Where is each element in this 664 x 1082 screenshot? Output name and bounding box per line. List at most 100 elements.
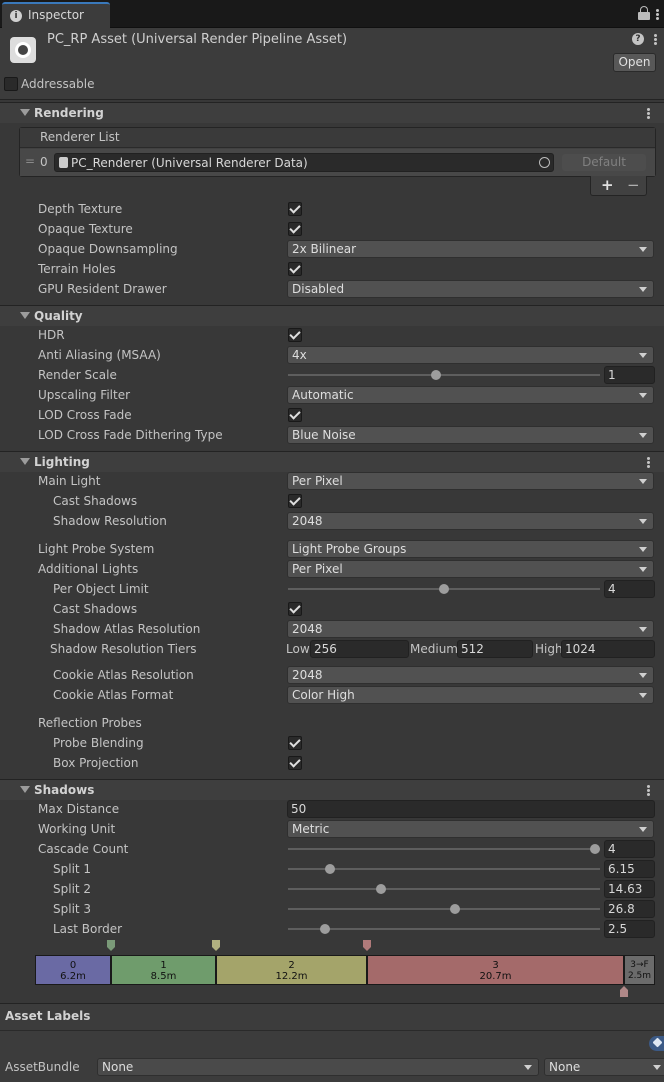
opaque-texture-checkbox[interactable] bbox=[288, 222, 302, 236]
tier-medium-field[interactable]: 512 bbox=[457, 640, 533, 658]
gpu-resident-drawer-dropdown[interactable]: Disabled bbox=[287, 280, 654, 298]
main-cast-shadows-checkbox[interactable] bbox=[288, 494, 302, 508]
shadow-resolution-tiers-label: Shadow Resolution Tiers bbox=[50, 642, 197, 656]
cascade-split-handle[interactable] bbox=[107, 940, 115, 951]
render-pipeline-asset-icon bbox=[10, 37, 36, 63]
gpu-resident-drawer-label: GPU Resident Drawer bbox=[38, 282, 167, 296]
section-rendering[interactable]: Rendering bbox=[0, 102, 664, 123]
split-3-slider-track[interactable] bbox=[288, 908, 600, 910]
additional-cast-shadows-checkbox[interactable] bbox=[288, 602, 302, 616]
help-icon[interactable]: ? bbox=[632, 33, 644, 45]
drag-handle-icon[interactable]: = bbox=[25, 154, 35, 168]
section-menu-kebab-icon[interactable] bbox=[647, 108, 651, 120]
working-unit-dropdown[interactable]: Metric bbox=[287, 820, 654, 838]
additional-lights-dropdown[interactable]: Per Pixel bbox=[287, 560, 654, 578]
render-scale-field[interactable]: 1 bbox=[604, 366, 655, 384]
split-1-field[interactable]: 6.15 bbox=[604, 860, 655, 878]
lod-cross-fade-checkbox[interactable] bbox=[288, 408, 302, 422]
anti-aliasing-dropdown[interactable]: 4x bbox=[287, 346, 654, 364]
open-button[interactable]: Open bbox=[613, 53, 656, 72]
hdr-checkbox[interactable] bbox=[288, 328, 302, 342]
tag-icon[interactable] bbox=[649, 1036, 664, 1051]
section-quality[interactable]: Quality bbox=[0, 305, 664, 326]
renderer-list: Renderer List = 0 PC_Renderer (Universal… bbox=[19, 127, 656, 177]
probe-blending-checkbox[interactable] bbox=[288, 736, 302, 750]
add-icon[interactable]: + bbox=[601, 176, 614, 194]
split-1-slider-handle[interactable] bbox=[325, 864, 335, 874]
max-distance-field[interactable]: 50 bbox=[287, 800, 655, 818]
lod-dithering-dropdown[interactable]: Blue Noise bbox=[287, 426, 654, 444]
cascade-split-bar[interactable]: 0 6.2m 1 8.5m 2 12.2m 3 20.7m 3→F 2.5m bbox=[35, 955, 655, 985]
light-probe-system-dropdown[interactable]: Light Probe Groups bbox=[287, 540, 654, 558]
split-3-label: Split 3 bbox=[53, 902, 92, 916]
cascade-count-field[interactable]: 4 bbox=[604, 840, 655, 858]
section-menu-kebab-icon[interactable] bbox=[647, 457, 651, 469]
section-shadows[interactable]: Shadows bbox=[0, 779, 664, 800]
cascade-split-handle[interactable] bbox=[212, 940, 220, 951]
split-3-slider-handle[interactable] bbox=[450, 904, 460, 914]
section-lighting[interactable]: Lighting bbox=[0, 451, 664, 472]
terrain-holes-checkbox[interactable] bbox=[288, 262, 302, 276]
cascade-segment-0[interactable]: 0 6.2m bbox=[36, 956, 112, 984]
assetbundle-variant-dropdown[interactable]: None bbox=[544, 1058, 664, 1076]
asset-title: PC_RP Asset (Universal Render Pipeline A… bbox=[47, 32, 348, 47]
remove-icon[interactable]: − bbox=[627, 176, 640, 194]
split-2-slider-handle[interactable] bbox=[376, 884, 386, 894]
cascade-segment-1[interactable]: 1 8.5m bbox=[112, 956, 217, 984]
depth-texture-checkbox[interactable] bbox=[288, 202, 302, 216]
split-3-field[interactable]: 26.8 bbox=[604, 900, 655, 918]
cascade-split-handle[interactable] bbox=[363, 940, 371, 951]
upscaling-filter-dropdown[interactable]: Automatic bbox=[287, 386, 654, 404]
object-picker-icon[interactable] bbox=[539, 157, 550, 168]
box-projection-checkbox[interactable] bbox=[288, 756, 302, 770]
lock-icon[interactable] bbox=[638, 6, 650, 20]
render-scale-slider-handle[interactable] bbox=[431, 370, 441, 380]
header-menu-kebab-icon[interactable] bbox=[654, 34, 658, 46]
render-scale-label: Render Scale bbox=[38, 368, 117, 382]
cascade-segment-3[interactable]: 3 20.7m bbox=[368, 956, 625, 984]
cookie-atlas-resolution-dropdown[interactable]: 2048 bbox=[287, 666, 654, 684]
last-border-field[interactable]: 2.5 bbox=[604, 920, 655, 938]
info-icon: i bbox=[10, 10, 22, 22]
assetbundle-dropdown[interactable]: None bbox=[97, 1058, 539, 1076]
split-2-field[interactable]: 14.63 bbox=[604, 880, 655, 898]
renderer-object-field[interactable]: PC_Renderer (Universal Renderer Data) bbox=[54, 153, 554, 172]
asset-header: PC_RP Asset (Universal Render Pipeline A… bbox=[0, 28, 664, 100]
render-scale-slider-track[interactable] bbox=[288, 374, 600, 376]
renderer-name: PC_Renderer (Universal Renderer Data) bbox=[71, 156, 308, 170]
last-border-slider-track[interactable] bbox=[288, 928, 600, 930]
opaque-downsampling-label: Opaque Downsampling bbox=[38, 242, 178, 256]
additional-cast-shadows-label: Cast Shadows bbox=[53, 602, 138, 616]
addressable-checkbox[interactable] bbox=[4, 77, 18, 91]
set-default-button[interactable]: Default bbox=[562, 154, 646, 171]
tier-low-field[interactable]: 256 bbox=[310, 640, 409, 658]
shadow-atlas-resolution-dropdown[interactable]: 2048 bbox=[287, 620, 654, 638]
opaque-downsampling-dropdown[interactable]: 2x Bilinear bbox=[287, 240, 654, 258]
last-border-slider-handle[interactable] bbox=[320, 924, 330, 934]
tab-inspector[interactable]: i Inspector bbox=[2, 2, 110, 28]
section-menu-kebab-icon[interactable] bbox=[647, 785, 651, 797]
reflection-probes-label: Reflection Probes bbox=[38, 716, 142, 730]
per-object-limit-slider-handle[interactable] bbox=[439, 584, 449, 594]
cascade-segment-fade[interactable]: 3→F 2.5m bbox=[625, 956, 654, 984]
last-border-handle[interactable] bbox=[620, 986, 628, 997]
tab-menu-kebab-icon[interactable] bbox=[656, 9, 660, 21]
tier-high-field[interactable]: 1024 bbox=[561, 640, 655, 658]
foldout-arrow-icon bbox=[20, 312, 30, 319]
cascade-count-slider-track[interactable] bbox=[288, 848, 600, 850]
main-light-dropdown[interactable]: Per Pixel bbox=[287, 472, 654, 490]
main-shadow-resolution-dropdown[interactable]: 2048 bbox=[287, 512, 654, 530]
renderer-index: 0 bbox=[40, 155, 48, 169]
cascade-distance: 20.7m bbox=[479, 971, 512, 982]
cookie-atlas-format-dropdown[interactable]: Color High bbox=[287, 686, 654, 704]
renderer-list-header: Renderer List bbox=[20, 128, 655, 148]
split-2-slider-track[interactable] bbox=[288, 888, 600, 890]
split-2-label: Split 2 bbox=[53, 882, 92, 896]
tier-low-label: Low bbox=[286, 642, 310, 656]
renderer-data-icon bbox=[59, 157, 68, 168]
list-item[interactable]: = 0 PC_Renderer (Universal Renderer Data… bbox=[20, 149, 655, 176]
cascade-count-slider-handle[interactable] bbox=[590, 844, 600, 854]
per-object-limit-field[interactable]: 4 bbox=[604, 580, 655, 598]
tier-medium-label: Medium bbox=[410, 642, 458, 656]
cascade-segment-2[interactable]: 2 12.2m bbox=[217, 956, 368, 984]
